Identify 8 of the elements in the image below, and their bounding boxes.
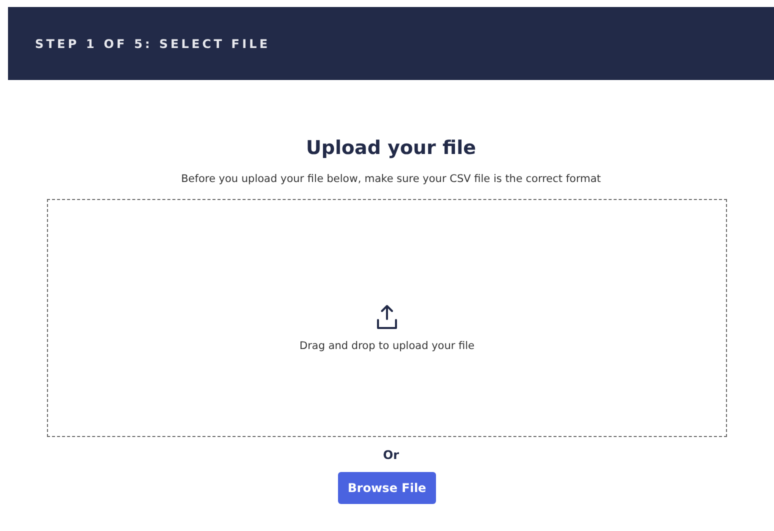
- instruction-text: Before you upload your file below, make sure your CSV file is the correct format: [181, 173, 601, 185]
- browse-file-button[interactable]: Browse File: [338, 472, 436, 504]
- or-text: Or: [382, 448, 400, 462]
- page-title: Upload your file: [306, 137, 476, 159]
- drop-zone-text: Drag and drop to upload your file: [299, 340, 475, 352]
- drop-zone[interactable]: Drag and drop to upload your file: [47, 199, 727, 437]
- step-title: STEP 1 OF 5: SELECT FILE: [35, 36, 270, 50]
- upload-icon: [376, 304, 398, 330]
